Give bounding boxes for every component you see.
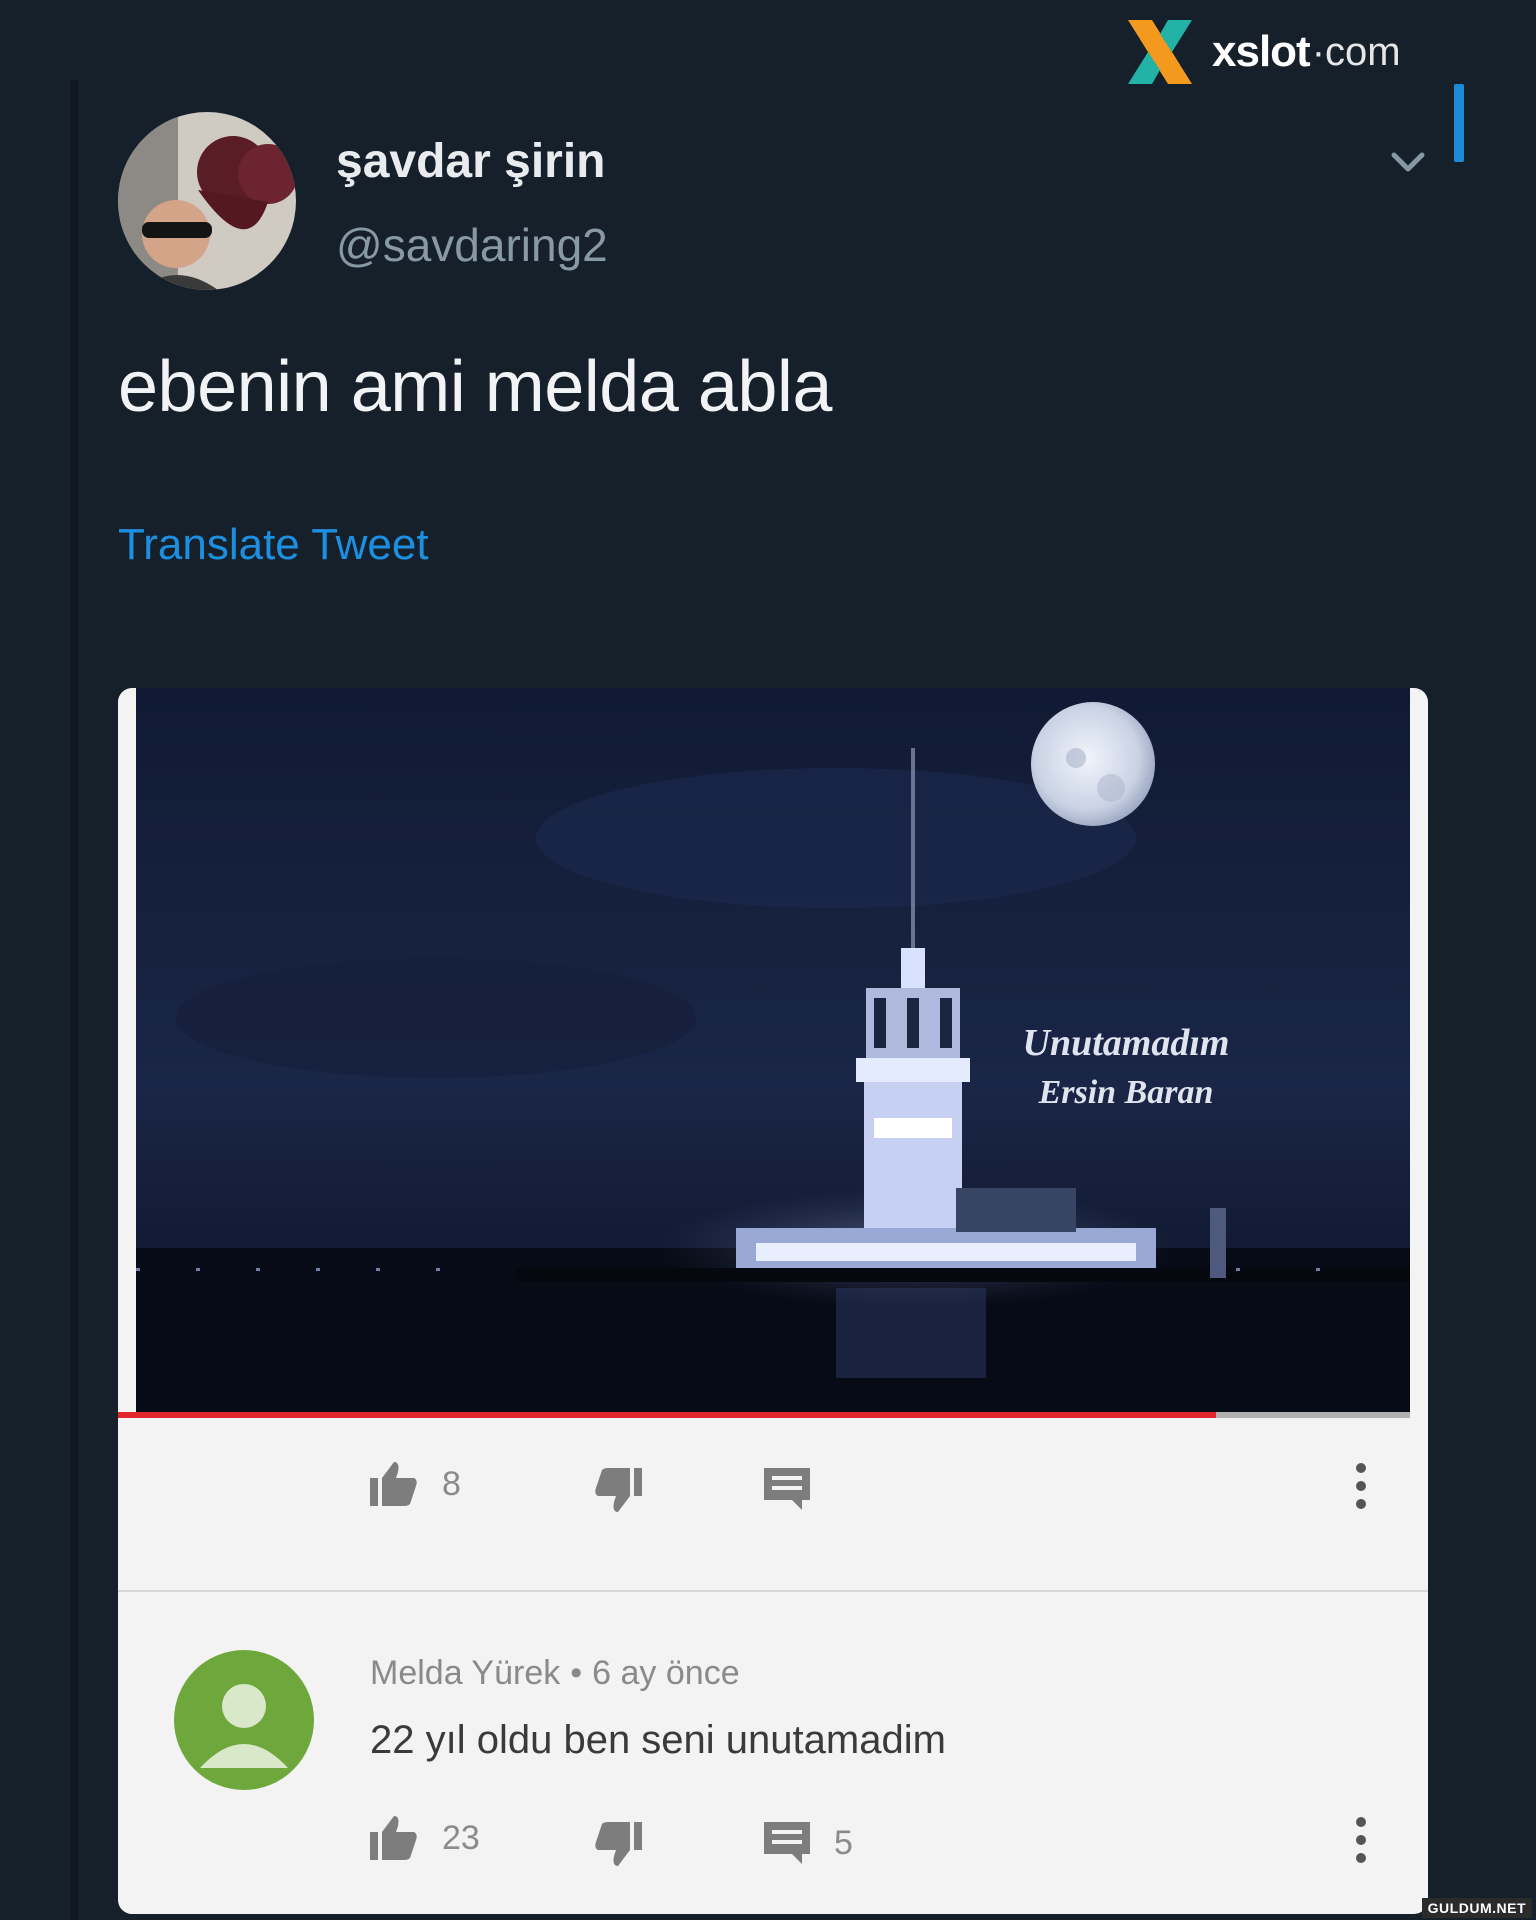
comment-more-options-button[interactable] <box>1354 1816 1368 1864</box>
tweet-display-name[interactable]: şavdar şirin <box>336 134 605 189</box>
video-more-options-button[interactable] <box>1354 1462 1368 1510</box>
thumbs-down-icon <box>595 1468 642 1512</box>
more-vertical-icon <box>1356 1817 1366 1863</box>
xslot-logo-icon <box>1128 20 1192 84</box>
comment-action-row: 23 5 <box>118 1812 1428 1892</box>
video-song-title: Unutamadım <box>1022 1022 1230 1064</box>
more-vertical-icon <box>1356 1463 1366 1509</box>
comment-reply-button[interactable]: 5 <box>762 1818 853 1868</box>
video-progress-bar[interactable] <box>118 1412 1410 1418</box>
comment-meta: Melda Yürek • 6 ay önce <box>370 1654 740 1693</box>
tweet-left-rule <box>70 80 78 1920</box>
section-divider <box>118 1590 1428 1592</box>
video-title-overlay: Unutamadım Ersin Baran <box>976 1018 1276 1118</box>
tweet-author-avatar[interactable] <box>118 112 296 290</box>
chevron-down-icon[interactable] <box>1386 140 1430 184</box>
comment-like-button[interactable]: 23 <box>368 1812 480 1864</box>
scroll-indicator[interactable] <box>1454 84 1464 162</box>
brand-name: xslot <box>1212 27 1311 76</box>
comment-icon <box>764 1822 810 1864</box>
guldum-watermark: GULDUM.NET <box>1421 1898 1532 1918</box>
comment-icon <box>764 1468 810 1510</box>
video-action-row: 8 <box>118 1458 1428 1538</box>
comment-like-count: 23 <box>442 1818 480 1857</box>
meta-separator: • <box>570 1654 583 1692</box>
embedded-youtube-screenshot[interactable]: Unutamadım Ersin Baran 8 Melda Yürek • 6… <box>118 688 1428 1914</box>
tweet-handle[interactable]: @savdaring2 <box>336 218 608 272</box>
comment-text: 22 yıl oldu ben seni unutamadim <box>370 1718 946 1762</box>
commenter-avatar[interactable] <box>174 1650 314 1790</box>
video-thumbnail[interactable]: Unutamadım Ersin Baran <box>136 688 1410 1412</box>
comment-author[interactable]: Melda Yürek <box>370 1654 560 1692</box>
brand-tld: com <box>1325 29 1401 74</box>
comment-reply-count: 5 <box>834 1823 853 1862</box>
thumbs-up-icon <box>370 1462 417 1506</box>
tweet-text: ebenin ami melda abla <box>118 347 832 427</box>
translate-tweet-link[interactable]: Translate Tweet <box>118 520 429 570</box>
brand-dot: · <box>1311 29 1326 74</box>
video-like-count: 8 <box>442 1464 461 1503</box>
video-artist-name: Ersin Baran <box>1038 1074 1214 1111</box>
xslot-watermark: xslot · com <box>1122 14 1401 90</box>
video-comment-button[interactable] <box>762 1464 812 1514</box>
video-like-button[interactable]: 8 <box>368 1458 461 1510</box>
video-progress-fill <box>118 1412 1217 1418</box>
thumbs-down-icon <box>595 1822 642 1866</box>
video-dislike-button[interactable] <box>592 1464 644 1516</box>
thumbs-up-icon <box>370 1816 417 1860</box>
comment-dislike-button[interactable] <box>592 1818 644 1870</box>
comment-time[interactable]: 6 ay önce <box>592 1654 739 1692</box>
